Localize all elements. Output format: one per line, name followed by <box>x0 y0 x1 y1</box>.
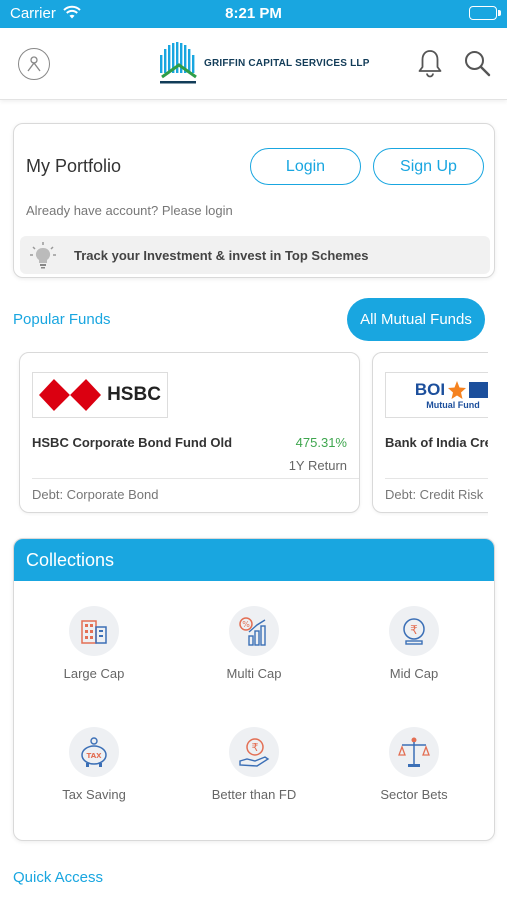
collection-label: Tax Saving <box>62 787 126 802</box>
svg-text:TAX: TAX <box>86 752 102 760</box>
app-header: GRIFFIN CAPITAL SERVICES LLP <box>0 28 507 100</box>
fund-card[interactable]: BOI Mutual Fund Bank of India Cre Debt: … <box>372 352 488 513</box>
fund-return-label: 1Y Return <box>288 458 347 473</box>
boi-logo-subtext: Mutual Fund <box>426 400 480 410</box>
svg-text:%: % <box>242 620 250 629</box>
profile-button[interactable] <box>18 48 50 80</box>
fund-name: HSBC Corporate Bond Fund Old <box>32 435 233 450</box>
collection-large-cap[interactable]: Large Cap <box>14 606 174 706</box>
collection-label: Sector Bets <box>380 787 448 802</box>
hsbc-logo: HSBC <box>32 372 168 418</box>
track-investment-banner[interactable]: Track your Investment & invest in Top Sc… <box>20 236 490 274</box>
collection-label: Better than FD <box>211 787 297 802</box>
rupee-globe-icon: ₹ <box>389 606 439 656</box>
track-investment-text: Track your Investment & invest in Top Sc… <box>74 247 369 263</box>
collection-label: Multi Cap <box>226 666 282 681</box>
collection-label: Large Cap <box>63 666 125 681</box>
building-icon <box>69 606 119 656</box>
brand-name: GRIFFIN CAPITAL SERVICES LLP <box>204 57 370 69</box>
bell-icon <box>418 50 442 78</box>
boi-logo-text: BOI <box>414 380 446 399</box>
clock-label: 8:21 PM <box>225 5 282 22</box>
portfolio-card: My Portfolio Login Sign Up Already have … <box>13 123 495 278</box>
collection-label: Mid Cap <box>389 666 439 681</box>
popular-funds-carousel[interactable]: HSBC HSBC Corporate Bond Fund Old 475.31… <box>0 352 488 516</box>
axa-logo-mark <box>469 382 488 398</box>
boi-logo: BOI Mutual Fund <box>385 372 488 418</box>
quick-access-label: Quick Access <box>13 869 104 886</box>
hsbc-hexagon-icon <box>39 379 102 411</box>
popular-funds-label: Popular Funds <box>13 311 111 328</box>
fund-category: Debt: Corporate Bond <box>32 487 159 502</box>
hand-rupee-icon: ₹ <box>229 727 279 777</box>
growth-chart-icon: % <box>229 606 279 656</box>
star-icon <box>448 381 467 399</box>
collection-mid-cap[interactable]: ₹ Mid Cap <box>334 606 494 706</box>
status-bar: Carrier 8:21 PM <box>0 0 507 28</box>
fund-category: Debt: Credit Risk <box>385 487 484 502</box>
login-button[interactable]: Login <box>250 148 361 185</box>
search-button[interactable] <box>462 48 492 78</box>
battery-icon <box>469 6 501 20</box>
collection-sector-bets[interactable]: Sector Bets <box>334 727 494 827</box>
user-icon <box>27 56 41 72</box>
hsbc-logo-text: HSBC <box>107 384 161 405</box>
notifications-button[interactable] <box>416 48 444 78</box>
brand-logo: GRIFFIN CAPITAL SERVICES LLP <box>158 40 370 86</box>
svg-text:₹: ₹ <box>410 623 418 637</box>
collection-tax-saving[interactable]: TAX Tax Saving <box>14 727 174 827</box>
fund-card[interactable]: HSBC HSBC Corporate Bond Fund Old 475.31… <box>19 352 360 513</box>
scale-icon <box>389 727 439 777</box>
fund-card-divider <box>32 478 359 479</box>
boi-logo-mark: BOI <box>415 380 488 400</box>
fund-name: Bank of India Cre <box>385 435 488 450</box>
search-icon <box>465 51 491 77</box>
svg-text:₹: ₹ <box>252 741 259 754</box>
griffin-logo-icon <box>160 42 197 84</box>
lightbulb-icon <box>30 242 56 269</box>
login-hint: Already have account? Please login <box>26 203 233 218</box>
collections-card: Collections Large Cap % Multi Cap ₹ Mid … <box>13 538 495 841</box>
fund-card-divider <box>385 478 488 479</box>
sign-up-button[interactable]: Sign Up <box>373 148 484 185</box>
all-mutual-funds-button[interactable]: All Mutual Funds <box>347 298 485 341</box>
fund-return-value: 475.31% <box>295 435 347 450</box>
collection-better-than-fd[interactable]: ₹ Better than FD <box>174 727 334 827</box>
collection-multi-cap[interactable]: % Multi Cap <box>174 606 334 706</box>
piggy-bank-icon: TAX <box>69 727 119 777</box>
collections-title: Collections <box>14 539 494 581</box>
portfolio-title: My Portfolio <box>26 156 122 176</box>
